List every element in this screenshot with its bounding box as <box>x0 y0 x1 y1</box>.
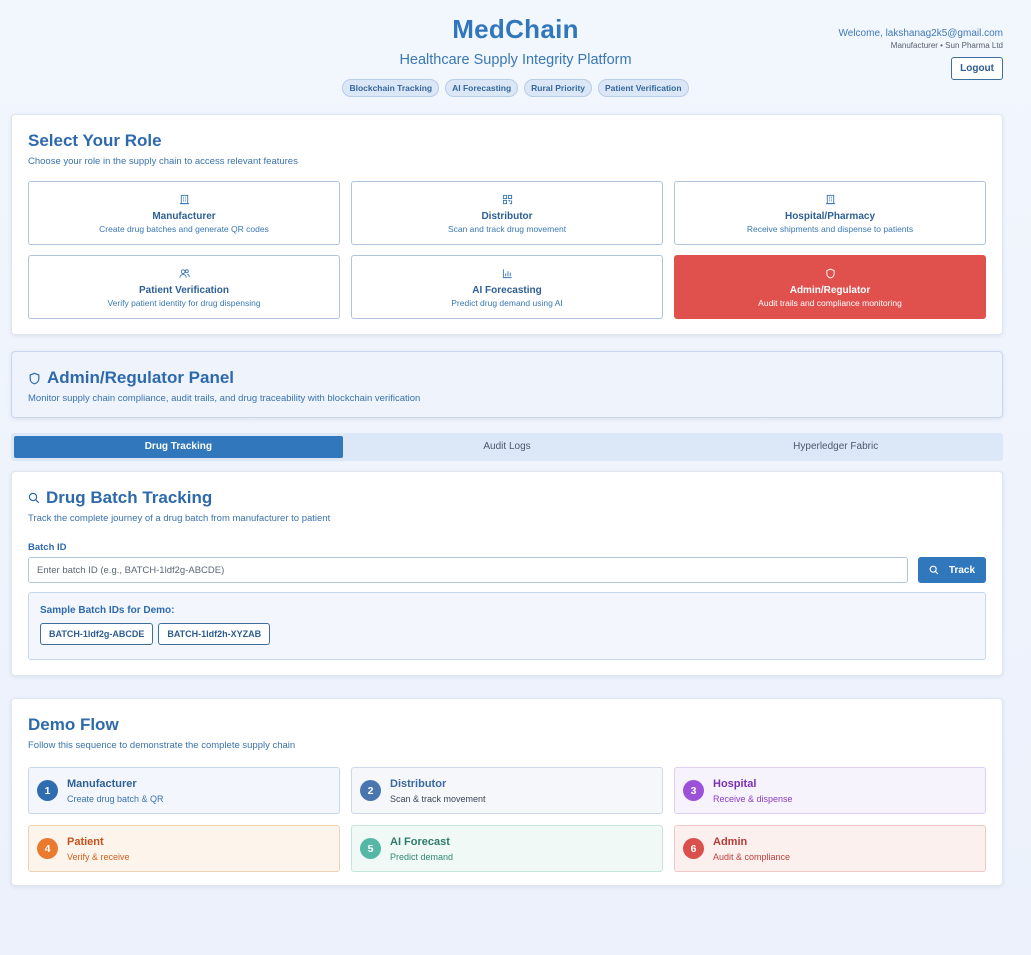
role-title: Distributor <box>481 211 533 222</box>
role-card-manufacturer[interactable]: Manufacturer Create drug batches and gen… <box>28 181 340 245</box>
step-number: 2 <box>360 780 381 801</box>
role-select-title: Select Your Role <box>28 131 162 150</box>
search-icon <box>929 565 939 575</box>
step-description: Verify & receive <box>67 851 130 862</box>
demo-step-admin: 6 Admin Audit & compliance <box>674 825 986 872</box>
app-header: MedChain Healthcare Supply Integrity Pla… <box>0 0 1031 110</box>
step-title: AI Forecast <box>390 835 450 848</box>
sample-batch-list: BATCH-1ldf2g-ABCDE BATCH-1ldf2h-XYZAB <box>40 623 974 645</box>
sample-batch-button[interactable]: BATCH-1ldf2h-XYZAB <box>158 623 271 645</box>
role-card-admin-regulator[interactable]: Admin/Regulator Audit trails and complia… <box>674 255 986 319</box>
drug-tracking-title: Drug Batch Tracking <box>46 488 213 507</box>
role-select-description: Choose your role in the supply chain to … <box>28 156 298 167</box>
chip-blockchain-tracking: Blockchain Tracking <box>342 79 440 97</box>
sample-batches-box: Sample Batch IDs for Demo: BATCH-1ldf2g-… <box>28 592 986 660</box>
shield-icon <box>675 266 985 280</box>
role-title: Hospital/Pharmacy <box>784 211 876 222</box>
step-number: 4 <box>37 838 58 859</box>
bar-chart-icon <box>352 266 662 280</box>
step-number: 3 <box>683 780 704 801</box>
step-title: Manufacturer <box>67 777 137 790</box>
step-text: Distributor Scan & track movement <box>390 778 486 804</box>
tab-hyperledger-fabric[interactable]: Hyperledger Fabric <box>671 436 1000 458</box>
step-text: AI Forecast Predict demand <box>390 836 453 862</box>
demo-step-manufacturer: 1 Manufacturer Create drug batch & QR <box>28 767 340 814</box>
chip-patient-verification: Patient Verification <box>598 79 689 97</box>
building-icon <box>29 192 339 206</box>
batch-search-row: Track <box>28 557 986 583</box>
tab-audit-logs[interactable]: Audit Logs <box>343 436 672 458</box>
feature-chips: Blockchain Tracking AI Forecasting Rural… <box>0 79 1031 97</box>
role-card-hospital-pharmacy[interactable]: Hospital/Pharmacy Receive shipments and … <box>674 181 986 245</box>
chip-rural-priority: Rural Priority <box>524 79 593 97</box>
step-description: Audit & compliance <box>713 851 791 862</box>
sample-batches-title: Sample Batch IDs for Demo: <box>40 605 175 616</box>
user-info: Welcome, lakshanag2k5@gmail.com Manufact… <box>839 28 1003 80</box>
drug-tracking-description: Track the complete journey of a drug bat… <box>28 513 331 524</box>
demo-step-distributor: 2 Distributor Scan & track movement <box>351 767 663 814</box>
role-title: Manufacturer <box>152 211 216 222</box>
building-icon <box>675 192 985 206</box>
demo-flow-steps: 1 Manufacturer Create drug batch & QR 2 … <box>28 767 986 872</box>
role-select-card: Select Your Role Choose your role in the… <box>11 114 1003 335</box>
users-icon <box>29 266 339 280</box>
step-title: Distributor <box>390 777 447 790</box>
role-description: Receive shipments and dispense to patien… <box>746 224 914 234</box>
demo-step-patient: 4 Patient Verify & receive <box>28 825 340 872</box>
search-icon <box>28 492 40 504</box>
step-number: 6 <box>683 838 704 859</box>
step-description: Receive & dispense <box>713 793 793 804</box>
qr-code-icon <box>352 192 662 206</box>
step-text: Manufacturer Create drug batch & QR <box>67 778 164 804</box>
step-title: Patient <box>67 835 104 848</box>
role-description: Audit trails and compliance monitoring <box>758 298 902 308</box>
batch-id-input[interactable] <box>28 557 908 583</box>
drug-tracking-heading: Drug Batch Tracking <box>28 488 986 508</box>
demo-step-hospital: 3 Hospital Receive & dispense <box>674 767 986 814</box>
logout-button[interactable]: Logout <box>951 57 1003 80</box>
step-description: Predict demand <box>390 851 454 862</box>
role-card-patient-verification[interactable]: Patient Verification Verify patient iden… <box>28 255 340 319</box>
welcome-text: Welcome, lakshanag2k5@gmail.com <box>838 28 1003 39</box>
tab-drug-tracking[interactable]: Drug Tracking <box>14 436 343 458</box>
admin-panel-description: Monitor supply chain compliance, audit t… <box>28 393 421 404</box>
role-description: Create drug batches and generate QR code… <box>99 224 269 234</box>
admin-panel-card: Admin/Regulator Panel Monitor supply cha… <box>11 351 1003 418</box>
user-org: Manufacturer • Sun Pharma Ltd <box>890 41 1003 50</box>
step-title: Admin <box>713 835 748 848</box>
step-text: Hospital Receive & dispense <box>713 778 793 804</box>
role-title: Patient Verification <box>138 285 230 296</box>
admin-panel-heading: Admin/Regulator Panel <box>28 368 986 388</box>
role-grid: Manufacturer Create drug batches and gen… <box>28 181 986 319</box>
step-description: Create drug batch & QR <box>67 793 164 804</box>
role-description: Predict drug demand using AI <box>451 298 563 308</box>
demo-flow-title: Demo Flow <box>28 715 119 734</box>
demo-step-ai-forecast: 5 AI Forecast Predict demand <box>351 825 663 872</box>
step-number: 5 <box>360 838 381 859</box>
admin-panel-title: Admin/Regulator Panel <box>47 368 235 387</box>
drug-tracking-card: Drug Batch Tracking Track the complete j… <box>11 471 1003 676</box>
demo-flow-card: Demo Flow Follow this sequence to demons… <box>11 698 1003 886</box>
shield-icon <box>29 372 40 384</box>
step-number: 1 <box>37 780 58 801</box>
batch-id-label: Batch ID <box>28 542 67 553</box>
track-button[interactable]: Track <box>918 557 986 583</box>
role-title: Admin/Regulator <box>789 285 871 296</box>
role-card-ai-forecasting[interactable]: AI Forecasting Predict drug demand using… <box>351 255 663 319</box>
step-text: Patient Verify & receive <box>67 836 130 862</box>
admin-tabs: Drug Tracking Audit Logs Hyperledger Fab… <box>11 433 1003 461</box>
step-text: Admin Audit & compliance <box>713 836 790 862</box>
role-description: Scan and track drug movement <box>447 224 567 234</box>
demo-flow-description: Follow this sequence to demonstrate the … <box>28 740 296 751</box>
track-button-label: Track <box>948 564 976 576</box>
chip-ai-forecasting: AI Forecasting <box>445 79 519 97</box>
role-title: AI Forecasting <box>472 285 542 296</box>
step-title: Hospital <box>713 777 757 790</box>
role-card-distributor[interactable]: Distributor Scan and track drug movement <box>351 181 663 245</box>
sample-batch-button[interactable]: BATCH-1ldf2g-ABCDE <box>40 623 154 645</box>
role-description: Verify patient identity for drug dispens… <box>107 298 261 308</box>
step-description: Scan & track movement <box>390 793 486 804</box>
